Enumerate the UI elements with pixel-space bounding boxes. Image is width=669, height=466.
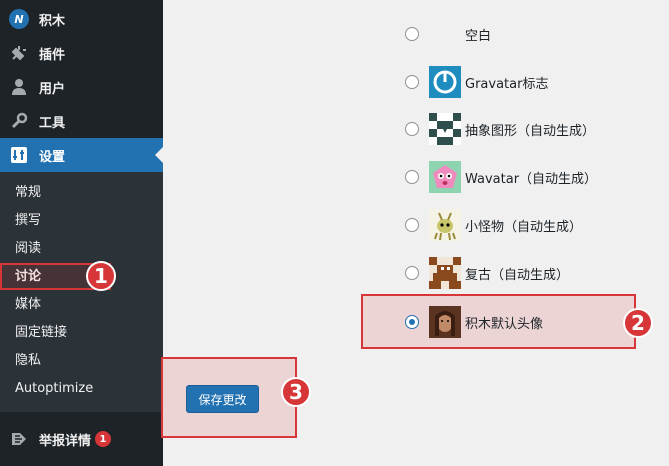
avatar-option-wavatar[interactable]: Wavatar（自动生成） xyxy=(400,160,660,194)
radio-button[interactable] xyxy=(405,75,419,89)
avatar-label: 空白 xyxy=(465,28,492,44)
sidebar-item-label: 工具 xyxy=(39,115,66,131)
plugin-icon xyxy=(9,43,29,63)
notification-badge: 1 xyxy=(95,431,112,447)
report-icon xyxy=(9,429,29,449)
avatar-label: 小怪物（自动生成） xyxy=(465,219,583,235)
retro-avatar-icon xyxy=(429,257,461,289)
submenu-item-autoptimize[interactable]: Autoptimize xyxy=(15,379,93,399)
sidebar-item-report[interactable]: 举报详情 1 xyxy=(0,422,163,456)
avatar-label: 复古（自动生成） xyxy=(465,267,570,283)
avatar-label: 积木默认头像 xyxy=(465,316,544,332)
settings-submenu: 常规 撰写 阅读 讨论 媒体 固定链接 隐私 Autoptimize xyxy=(0,172,163,412)
avatar-label: 抽象图形（自动生成） xyxy=(465,123,596,139)
avatar-option-custom[interactable]: 积木默认头像 xyxy=(400,305,660,339)
submenu-item-privacy[interactable]: 隐私 xyxy=(15,351,41,371)
avatar-option-monsterid[interactable]: 小怪物（自动生成） xyxy=(400,208,660,242)
radio-button[interactable] xyxy=(405,27,419,41)
sidebar-item-plugins[interactable]: 插件 xyxy=(0,36,163,70)
radio-button[interactable] xyxy=(405,266,419,280)
wavatar-icon xyxy=(429,161,461,193)
avatar-label: Wavatar（自动生成） xyxy=(465,171,598,187)
step-marker-1: 1 xyxy=(86,261,116,291)
sidebar-item-site[interactable]: N 积木 xyxy=(0,2,163,36)
sidebar-item-tools[interactable]: 工具 xyxy=(0,104,163,138)
submenu-item-general[interactable]: 常规 xyxy=(15,183,41,203)
admin-sidebar: N 积木 插件 用户 工具 设置 常规 撰写 阅读 讨论 媒体 固定链接 隐私 xyxy=(0,0,163,466)
user-icon xyxy=(9,77,29,97)
avatar-option-gravatar[interactable]: Gravatar标志 xyxy=(400,65,660,99)
settings-icon xyxy=(9,145,29,165)
sidebar-item-label: 积木 xyxy=(39,13,66,29)
save-changes-button[interactable]: 保存更改 xyxy=(186,385,259,413)
step-marker-3: 3 xyxy=(281,377,311,407)
gravatar-logo-icon xyxy=(429,66,461,98)
submenu-item-writing[interactable]: 撰写 xyxy=(15,211,41,231)
submenu-item-permalinks[interactable]: 固定链接 xyxy=(15,323,67,343)
sidebar-item-label: 举报详情 xyxy=(39,433,92,449)
wrench-icon xyxy=(9,111,29,131)
custom-avatar-image xyxy=(429,306,461,338)
submenu-item-media[interactable]: 媒体 xyxy=(15,295,41,315)
active-indicator xyxy=(155,147,163,163)
radio-button[interactable] xyxy=(405,170,419,184)
sidebar-item-users[interactable]: 用户 xyxy=(0,70,163,104)
sidebar-item-label: 用户 xyxy=(39,81,66,97)
avatar-option-identicon[interactable]: 抽象图形（自动生成） xyxy=(400,112,660,146)
radio-button[interactable] xyxy=(405,218,419,232)
radio-button[interactable] xyxy=(405,122,419,136)
sidebar-item-label: 设置 xyxy=(39,149,66,165)
avatar-option-blank[interactable]: 空白 xyxy=(400,17,660,51)
avatar-option-retro[interactable]: 复古（自动生成） xyxy=(400,256,660,290)
step-marker-2: 2 xyxy=(623,308,653,338)
submenu-item-reading[interactable]: 阅读 xyxy=(15,239,41,259)
monster-icon xyxy=(429,209,461,241)
svg-text:N: N xyxy=(14,13,23,26)
radio-button-selected[interactable] xyxy=(405,315,419,329)
avatar-label: Gravatar标志 xyxy=(465,76,549,92)
blank-avatar xyxy=(429,18,461,50)
site-logo-icon: N xyxy=(9,9,29,29)
sidebar-item-label: 插件 xyxy=(39,47,66,63)
identicon-icon xyxy=(429,113,461,145)
sidebar-item-settings[interactable]: 设置 xyxy=(0,138,163,172)
